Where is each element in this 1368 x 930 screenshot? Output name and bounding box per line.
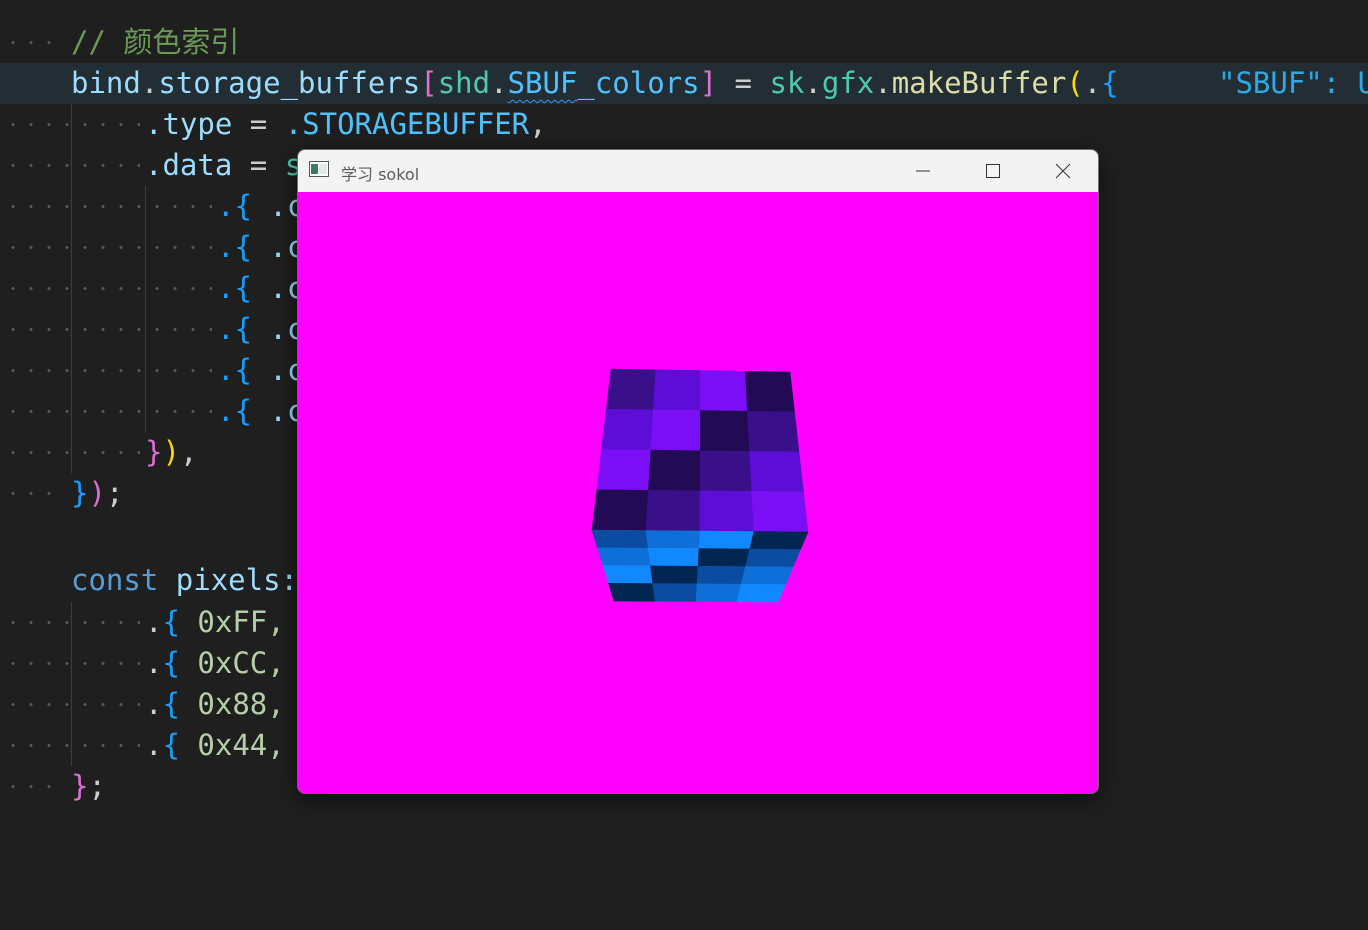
cube-tile <box>696 565 746 585</box>
whitespace-dots <box>0 104 140 145</box>
pixel-value: 0x88, <box>197 687 285 721</box>
cube-tile <box>648 449 701 492</box>
maximize-icon <box>986 164 1000 178</box>
cube-front-face <box>591 368 809 533</box>
cube-tile <box>697 548 751 567</box>
window-title: 学习 sokol <box>341 165 420 184</box>
close-button[interactable] <box>1029 150 1097 192</box>
cube-tile <box>749 531 809 550</box>
pixel-value: 0xCC, <box>197 646 285 680</box>
cube-tile <box>605 368 657 411</box>
row-brace: .{ <box>217 353 252 387</box>
cube-tile <box>596 449 652 491</box>
indent-guide <box>71 104 72 473</box>
cube-tile <box>608 582 656 602</box>
data-field: .data <box>145 148 233 182</box>
sbuf-identifier[interactable]: SBUF <box>508 66 578 100</box>
cube-tile <box>749 451 804 493</box>
cube-bottom-face <box>591 529 809 603</box>
inlay-hint: "SBUF": U <box>1218 66 1368 100</box>
row-brace: .{ <box>217 394 252 428</box>
cube-tile <box>699 410 750 452</box>
cube-tile <box>650 409 701 452</box>
cube-tile <box>751 491 809 533</box>
title-bar[interactable]: 学习 sokol <box>298 150 1098 192</box>
cube-tile <box>699 490 755 532</box>
const-keyword: const <box>71 563 159 597</box>
minimize-icon <box>916 170 930 172</box>
cube-tile <box>652 583 698 602</box>
make-buffer-call: makeBuffer <box>891 66 1067 100</box>
cube-tile <box>695 583 742 603</box>
cube-tile <box>591 489 649 531</box>
cube-tile <box>699 450 753 492</box>
pixels-identifier: pixels: <box>175 563 298 597</box>
row-brace: .{ <box>217 230 252 264</box>
maximize-button[interactable] <box>958 150 1026 192</box>
row-brace: .{ <box>217 189 252 223</box>
storage-enum: .STORAGEBUFFER <box>284 107 530 141</box>
minimize-button[interactable] <box>889 150 957 192</box>
cube-tile <box>698 530 755 550</box>
cube-tile <box>745 548 801 568</box>
code-line: .type = .STORAGEBUFFER, <box>0 104 1368 145</box>
app-window[interactable]: 学习 sokol <box>297 149 1099 794</box>
sbuf-suffix: _colors <box>577 66 700 100</box>
code-line-current: bind.storage_buffers[shd.SBUF_colors] = … <box>0 63 1368 104</box>
cube-tile <box>747 410 800 453</box>
indent-guide <box>71 602 72 766</box>
gfx-namespace: gfx <box>821 66 875 100</box>
cube-tile <box>601 408 654 451</box>
row-brace: .{ <box>217 271 252 305</box>
shd-namespace: shd <box>437 66 491 100</box>
pixel-value: 0xFF, <box>197 605 285 639</box>
cube-tile <box>647 547 700 567</box>
type-field: .type <box>145 107 233 141</box>
whitespace-dots <box>0 145 140 186</box>
app-icon <box>309 161 329 177</box>
sk-namespace: sk <box>769 66 805 100</box>
row-brace: .{ <box>217 312 252 346</box>
whitespace-dots <box>0 22 64 63</box>
close-icon <box>1055 163 1071 179</box>
cube-tile <box>650 565 699 585</box>
cube-tile <box>645 489 701 532</box>
cube-tile <box>645 530 701 549</box>
cube-tile <box>736 583 786 603</box>
bind-identifier: bind <box>71 66 141 100</box>
cube-tile <box>591 529 649 549</box>
cube-tile <box>740 566 794 585</box>
render-canvas[interactable] <box>298 192 1098 793</box>
comment-text: // 颜色索引 <box>71 25 240 59</box>
code-line: // 颜色索引 <box>0 22 1368 63</box>
cube-tile <box>744 370 795 413</box>
cube-tile <box>652 369 701 411</box>
cube-render <box>591 368 809 603</box>
indent-guide <box>145 186 146 432</box>
cube-tile <box>700 370 748 412</box>
cube-tile <box>597 547 651 567</box>
cube-tile <box>602 565 654 584</box>
storage-buffers-field: storage_buffers <box>158 66 421 100</box>
pixel-value: 0x44, <box>197 728 285 762</box>
